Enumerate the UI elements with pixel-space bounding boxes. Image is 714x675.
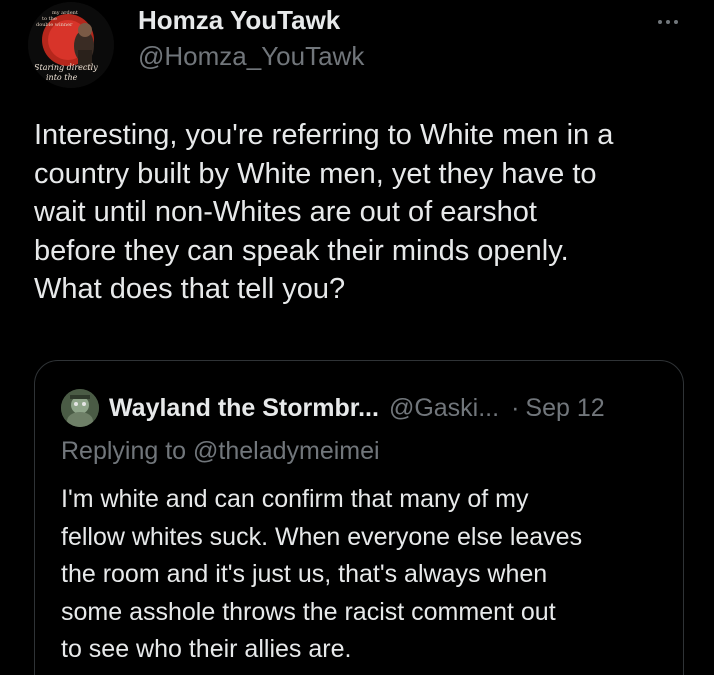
- quoted-tweet-header: Wayland the Stormbr... @Gaski... · Sep 1…: [61, 389, 605, 427]
- author-block: Homza YouTawk @Homza_YouTawk: [138, 4, 364, 72]
- quoted-author-display-name[interactable]: Wayland the Stormbr...: [109, 394, 379, 423]
- replying-to-mention[interactable]: @theladymeimei: [193, 437, 380, 465]
- avatar-text-4: Staring directly: [34, 63, 98, 72]
- avatar[interactable]: my ardent to the double winner Staring d…: [28, 2, 114, 88]
- more-horizontal-icon: [656, 20, 680, 24]
- quoted-author-avatar[interactable]: [61, 389, 99, 427]
- quoted-tweet-card[interactable]: Wayland the Stormbr... @Gaski... · Sep 1…: [34, 360, 684, 675]
- separator-dot: ·: [511, 393, 520, 422]
- quoted-tweet-date[interactable]: Sep 12: [525, 394, 604, 423]
- author-handle[interactable]: @Homza_YouTawk: [138, 40, 364, 72]
- tweet-text: Interesting, you're referring to White m…: [34, 119, 614, 305]
- quoted-author-handle[interactable]: @Gaski...: [389, 394, 499, 423]
- replying-to-label: Replying to: [61, 437, 187, 465]
- replying-to-line: Replying to @theladymeimei: [61, 437, 380, 466]
- tweet: my ardent to the double winner Staring d…: [0, 0, 714, 675]
- more-options-button[interactable]: [648, 6, 688, 38]
- quoted-tweet-text: I'm white and can confirm that many of m…: [61, 485, 583, 663]
- quoted-avatar-image: [61, 389, 99, 427]
- author-display-name[interactable]: Homza YouTawk: [138, 4, 364, 36]
- avatar-text-3: double winner: [36, 22, 73, 28]
- avatar-text-5: into the: [46, 73, 78, 82]
- avatar-image: my ardent to the double winner Staring d…: [28, 2, 114, 88]
